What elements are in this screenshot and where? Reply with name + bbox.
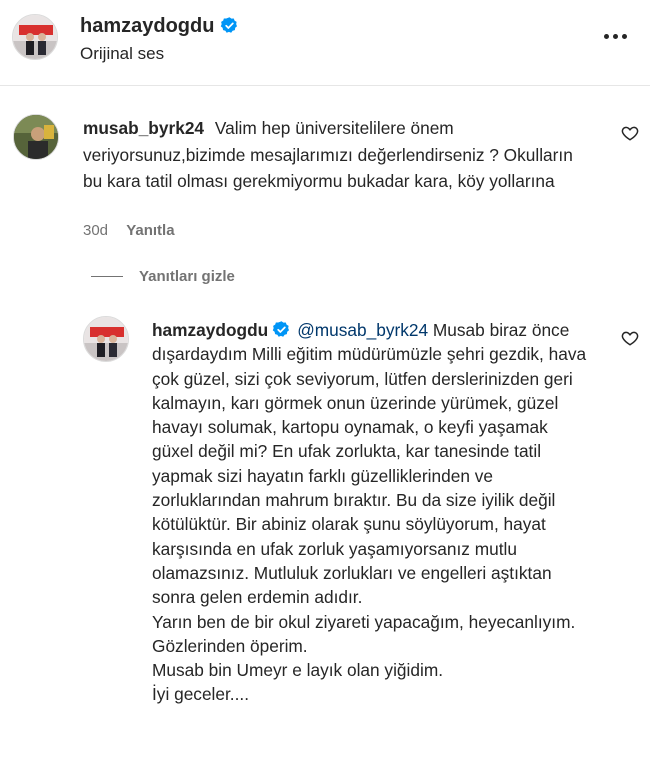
reply-username[interactable]: hamzaydogdu [152,320,268,340]
divider-line [91,276,123,277]
reply-button[interactable]: Yanıtla [126,222,174,239]
author-avatar[interactable] [12,14,58,60]
like-heart-icon[interactable] [621,329,639,347]
verified-badge-icon [221,17,238,33]
author-username-text[interactable]: hamzaydogdu [80,15,214,37]
comment-time: 30d [83,222,109,239]
reply-author-avatar-image [84,317,128,361]
more-options-icon[interactable] [602,28,628,44]
comments-view: hamzaydogdu Orijinal ses musab_byrk24 Va… [0,0,650,757]
hide-replies-button[interactable]: Yanıtları gizle [91,268,235,285]
verified-badge-icon [272,321,290,337]
reply-text-paragraph: Musab bin Umeyr e layık olan yiğidim. [152,660,444,681]
like-heart-icon[interactable] [621,124,639,142]
more-dot [603,33,609,39]
reply-text-paragraph: Yarın ben de bir okul ziyareti yapacağım… [152,611,576,632]
reply-author-avatar[interactable] [83,316,129,362]
comment-body: musab_byrk24 Valim hep üniversitelilere … [83,115,583,195]
more-dot [621,33,627,39]
reply-text-paragraph: Musab biraz önce dışardaydım Milli eğiti… [152,320,587,608]
commenter-avatar-image [14,115,58,159]
post-header: hamzaydogdu Orijinal ses [0,0,650,86]
author-avatar-image [13,15,57,59]
reply-text-paragraph: Gözlerinden öperim. [152,635,308,656]
mention-link[interactable]: @musab_byrk24 [297,320,428,340]
hide-replies-label[interactable]: Yanıtları gizle [139,268,235,285]
more-dot [612,33,618,39]
audio-label[interactable]: Orijinal ses [80,44,164,64]
author-username[interactable]: hamzaydogdu [80,15,239,38]
commenter-avatar[interactable] [13,114,59,160]
reply-body: hamzaydogdu @musab_byrk24 Musab biraz ön… [152,318,592,707]
reply-text-paragraph: İyi geceler.... [152,684,250,705]
comment-meta: 30d Yanıtla [83,222,175,239]
commenter-username[interactable]: musab_byrk24 [83,118,204,138]
